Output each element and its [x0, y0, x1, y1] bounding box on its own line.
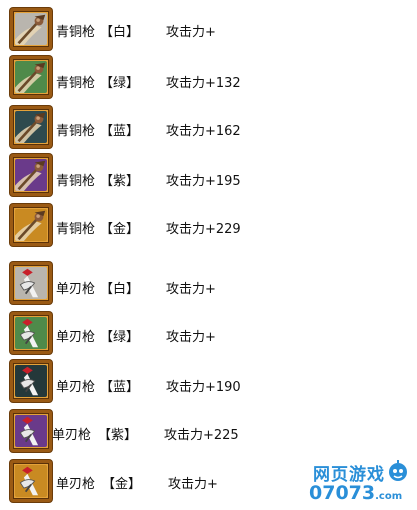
watermark-number: 07073	[309, 482, 376, 504]
weapon-attack: 攻击力+190	[166, 380, 241, 395]
bronze-spear-icon	[10, 8, 52, 50]
weapon-name: 单刃枪	[56, 380, 96, 395]
weapon-grade: 【紫】	[100, 174, 140, 189]
single-blade-spear-icon	[10, 360, 52, 402]
weapon-grade: 【绿】	[100, 330, 140, 345]
weapon-attack: 攻击力+229	[166, 222, 241, 237]
weapon-attack: 攻击力+132	[166, 76, 241, 91]
bronze-spear-icon	[10, 56, 52, 98]
weapon-name: 单刃枪	[56, 330, 96, 345]
single-blade-spear-icon	[10, 410, 52, 452]
mascot-icon	[389, 460, 407, 481]
weapon-grade: 【白】	[100, 25, 140, 40]
weapon-grade: 【白】	[100, 282, 140, 297]
weapon-row: 单刃枪 【蓝】 攻击力+190	[0, 360, 300, 406]
weapon-name: 青铜枪	[56, 174, 96, 189]
single-blade-spear-icon	[10, 262, 52, 304]
weapon-attack: 攻击力+195	[166, 174, 241, 189]
bronze-spear-icon	[10, 204, 52, 246]
weapon-row: 单刃枪 【金】 攻击力+	[0, 460, 300, 506]
weapon-name: 单刃枪	[52, 428, 92, 443]
bronze-spear-icon	[10, 154, 52, 196]
weapon-grade: 【蓝】	[100, 124, 140, 139]
bronze-spear-icon	[10, 106, 52, 148]
weapon-row: 青铜枪 【绿】 攻击力+132	[0, 56, 300, 102]
weapon-row: 单刃枪 【白】 攻击力+	[0, 262, 300, 308]
weapon-attack: 攻击力+	[166, 282, 216, 297]
weapon-row: 单刃枪 【紫】 攻击力+225	[0, 410, 300, 456]
weapon-name: 青铜枪	[56, 76, 96, 91]
weapon-row: 单刃枪 【绿】 攻击力+	[0, 312, 300, 358]
weapon-grade: 【绿】	[100, 76, 140, 91]
weapon-attack: 攻击力+	[166, 25, 216, 40]
weapon-attack: 攻击力+162	[166, 124, 241, 139]
weapon-grade: 【金】	[102, 477, 142, 492]
single-blade-spear-icon	[10, 312, 52, 354]
weapon-row: 青铜枪 【紫】 攻击力+195	[0, 154, 300, 200]
weapon-grade: 【金】	[100, 222, 140, 237]
weapon-name: 青铜枪	[56, 124, 96, 139]
weapon-name: 青铜枪	[56, 222, 96, 237]
weapon-row: 青铜枪 【金】 攻击力+229	[0, 204, 300, 250]
weapon-attack: 攻击力+	[166, 330, 216, 345]
weapon-attack: 攻击力+	[168, 477, 218, 492]
weapon-attack: 攻击力+225	[164, 428, 239, 443]
weapon-grade: 【紫】	[98, 428, 138, 443]
weapon-name: 单刃枪	[56, 477, 96, 492]
site-watermark: 网页游戏 07073.com	[305, 458, 417, 510]
weapon-name: 单刃枪	[56, 282, 96, 297]
weapon-row: 青铜枪 【蓝】 攻击力+162	[0, 106, 300, 152]
watermark-tld: .com	[375, 491, 403, 502]
weapon-row: 青铜枪 【白】 攻击力+	[0, 8, 300, 54]
weapon-grade: 【蓝】	[100, 380, 140, 395]
single-blade-spear-icon	[10, 460, 52, 502]
weapon-name: 青铜枪	[56, 25, 96, 40]
watermark-domain: 07073.com	[309, 482, 402, 504]
